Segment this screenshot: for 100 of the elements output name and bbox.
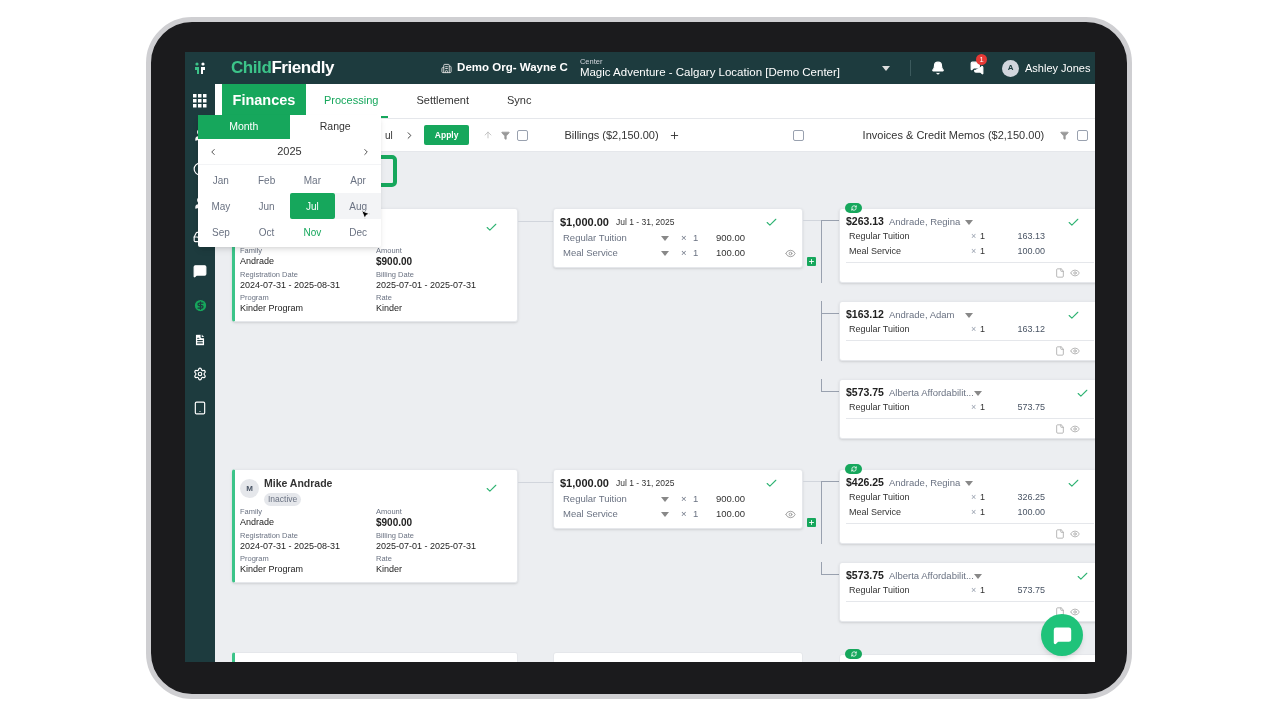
line-item: Regular Tuition xyxy=(849,322,911,336)
field-value: Kinder xyxy=(376,302,403,314)
times-sign: × xyxy=(971,322,978,336)
settings-icon[interactable] xyxy=(193,367,207,381)
times-sign: × xyxy=(681,491,688,506)
invoice-amount: $573.75 xyxy=(846,568,884,584)
times-sign: × xyxy=(971,400,978,414)
quantity: 1 xyxy=(980,229,986,243)
line-item: Regular Tuition xyxy=(563,491,628,506)
user-avatar[interactable]: A xyxy=(1002,59,1020,77)
mode-tab[interactable]: Month xyxy=(198,115,290,139)
month-option[interactable]: Jul xyxy=(289,193,336,219)
payer-name: Alberta Affordabilit... xyxy=(888,568,974,583)
line-total: 900.00 xyxy=(714,491,745,506)
quantity: 1 xyxy=(693,245,700,260)
org-name[interactable]: Demo Org- Wayne C xyxy=(457,59,568,77)
quantity: 1 xyxy=(980,400,986,414)
bell-icon[interactable] xyxy=(931,61,946,75)
apply-button[interactable]: Apply xyxy=(423,125,470,145)
line-item: Meal Service xyxy=(563,506,619,521)
month-field[interactable]: ul xyxy=(385,127,393,143)
line-total: 326.25 xyxy=(1016,490,1045,504)
add-button[interactable] xyxy=(807,517,816,527)
dollar-icon[interactable] xyxy=(192,298,208,313)
invoice-amount: $263.13 xyxy=(846,214,884,230)
caret-icon[interactable] xyxy=(882,65,891,71)
invoice-amount: $573.75 xyxy=(846,385,884,401)
chat-icon xyxy=(1052,625,1072,645)
billing-amount: $1,000.00 xyxy=(560,215,609,230)
mode-tab[interactable]: Range xyxy=(289,115,381,139)
quantity: 1 xyxy=(693,506,700,521)
line-total: 163.13 xyxy=(1016,229,1045,243)
status-tag: Inactive xyxy=(264,492,302,506)
times-sign: × xyxy=(971,505,978,519)
payer-name: Alberta Affordabilit... xyxy=(888,385,974,400)
user-name[interactable]: Ashley Jones xyxy=(1025,59,1091,77)
checkbox[interactable] xyxy=(792,129,804,141)
filter-icon[interactable] xyxy=(1060,130,1070,140)
add-icon[interactable] xyxy=(668,129,680,141)
line-total: 100.00 xyxy=(714,506,745,521)
preview-icon[interactable] xyxy=(1070,529,1080,539)
field-value: 2025-07-01 - 2025-07-31 xyxy=(376,540,478,552)
line-item: Regular Tuition xyxy=(849,490,911,504)
field-value: $900.00 xyxy=(376,516,414,529)
billing-period: Jul 1 - 31, 2025 xyxy=(615,215,675,229)
preview-icon[interactable] xyxy=(1070,346,1080,356)
times-sign: × xyxy=(681,506,688,521)
tab[interactable]: Sync xyxy=(497,84,542,118)
tab[interactable]: Settlement xyxy=(406,84,479,118)
times-sign: × xyxy=(971,229,978,243)
quantity: 1 xyxy=(693,491,700,506)
avatar: M xyxy=(240,479,259,498)
document-icon[interactable] xyxy=(193,333,207,347)
field-value: $900.00 xyxy=(376,255,414,268)
line-total: 100.00 xyxy=(1016,244,1045,258)
line-total: 573.75 xyxy=(1016,583,1045,597)
field-value: 2024-07-31 - 2025-08-31 xyxy=(240,540,342,552)
center-selector[interactable]: Magic Adventure - Calgary Location [Demo Center] xyxy=(579,66,841,78)
preview-icon[interactable] xyxy=(785,508,796,520)
module-title: Finances xyxy=(222,84,306,118)
times-sign: × xyxy=(971,490,978,504)
previous-year-icon[interactable] xyxy=(208,146,218,157)
quantity: 1 xyxy=(980,505,986,519)
preview-icon[interactable] xyxy=(1070,607,1080,617)
line-item: Regular Tuition xyxy=(563,230,628,245)
chat-icon[interactable] xyxy=(193,264,207,278)
quantity: 1 xyxy=(980,490,986,504)
times-sign: × xyxy=(971,244,978,258)
payer-name: Andrade, Regina xyxy=(888,214,961,229)
line-total: 100.00 xyxy=(1016,505,1045,519)
tablet-icon[interactable] xyxy=(193,401,207,415)
line-total: 900.00 xyxy=(714,230,745,245)
quantity: 1 xyxy=(693,230,700,245)
field-value: 2025-07-01 - 2025-07-31 xyxy=(376,279,478,291)
filter-icon[interactable] xyxy=(501,130,511,140)
line-item: Meal Service xyxy=(849,244,903,258)
preview-icon[interactable] xyxy=(1070,424,1080,434)
preview-icon[interactable] xyxy=(785,247,796,259)
times-sign: × xyxy=(681,230,688,245)
checkbox[interactable] xyxy=(517,129,529,141)
quantity: 1 xyxy=(980,322,986,336)
line-total: 573.75 xyxy=(1016,400,1045,414)
month-option[interactable]: Aug xyxy=(335,193,381,219)
quantity: 1 xyxy=(980,583,986,597)
app-grid-icon[interactable] xyxy=(193,94,207,108)
add-button[interactable] xyxy=(807,256,816,266)
payer-name: Andrade, Adam xyxy=(888,307,955,322)
invoices-heading: Invoices & Credit Memos ($2,150.00) xyxy=(862,127,1045,143)
times-sign: × xyxy=(971,583,978,597)
checkbox[interactable] xyxy=(1077,129,1089,141)
field-value: 2024-07-31 - 2025-08-31 xyxy=(240,279,342,291)
building-icon xyxy=(441,62,453,74)
billing-amount: $1,000.00 xyxy=(560,476,609,491)
invoice-amount: $426.25 xyxy=(846,475,884,491)
brand-logo: ChildFriendly xyxy=(231,57,335,80)
preview-icon[interactable] xyxy=(1070,268,1080,278)
line-total: 100.00 xyxy=(714,245,745,260)
line-item: Regular Tuition xyxy=(849,400,911,414)
quantity: 1 xyxy=(980,244,986,258)
next-year-icon[interactable] xyxy=(361,146,371,157)
